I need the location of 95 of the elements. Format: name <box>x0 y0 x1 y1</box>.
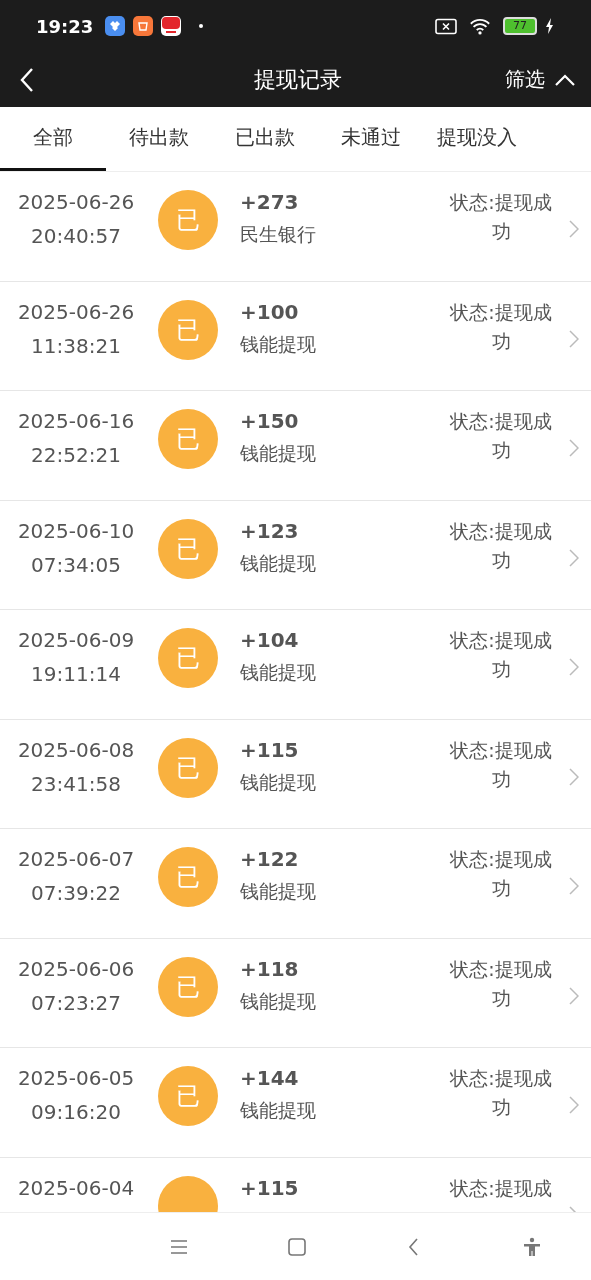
status-badge: 已 <box>158 628 218 688</box>
charging-icon <box>545 18 555 34</box>
filter-tab[interactable]: 提现没入 <box>424 107 530 171</box>
record-status: 状态:提现成功 <box>449 956 553 1011</box>
record-time: 19:11:14 <box>31 662 121 686</box>
chevron-right-icon <box>569 658 579 676</box>
record-row[interactable]: 2025-06-16 22:52:21 已 +150 钱能提现 状态:提现成功 <box>0 391 591 501</box>
record-amount: +273 <box>240 190 300 214</box>
record-time: 11:38:21 <box>31 333 121 358</box>
home-icon[interactable] <box>286 1236 307 1257</box>
status-badge: 已 <box>158 847 218 907</box>
record-row[interactable]: 2025-06-07 07:39:22 已 +122 钱能提现 状态:提现成功 <box>0 829 591 939</box>
chevron-right-icon <box>569 986 579 1005</box>
app-icon <box>105 16 126 36</box>
record-row[interactable]: 2025-06-09 19:11:14 已 +104 钱能提现 状态:提现成功 <box>0 610 591 720</box>
chevron-right-icon <box>569 439 579 457</box>
record-amount: +100 <box>240 299 300 324</box>
clock-time: 19:23 <box>36 15 94 37</box>
record-method: 钱能提现 <box>240 988 317 1014</box>
status-badge: 已 <box>158 956 218 1017</box>
record-row[interactable]: 2025-06-08 23:41:58 已 +115 钱能提现 状态:提现成功 <box>0 719 591 829</box>
record-status: 状态:提现成功 <box>449 409 553 463</box>
record-amount: +118 <box>240 956 300 981</box>
record-row[interactable]: 2025-06-06 07:23:27 已 +118 钱能提现 状态:提现成功 <box>0 938 591 1048</box>
battery-level: 77 <box>503 17 537 35</box>
filter-tab[interactable]: 待出款 <box>106 107 212 171</box>
record-status: 状态:提现成功 <box>449 518 553 573</box>
record-date: 2025-06-06 <box>17 956 135 981</box>
record-date: 2025-06-04 <box>17 1175 135 1200</box>
status-badge: 已 <box>158 409 218 469</box>
record-date: 2025-06-08 <box>17 737 135 762</box>
record-method: 钱能提现 <box>240 1098 317 1123</box>
chevron-right-icon <box>569 548 579 567</box>
chevron-right-icon <box>569 1096 579 1114</box>
notification-dot <box>199 24 204 28</box>
record-row[interactable]: 2025-06-10 07:34:05 已 +123 钱能提现 状态:提现成功 <box>0 500 591 610</box>
shopping-bag-icon <box>133 16 154 36</box>
record-status: 状态:提现成功 <box>449 1066 553 1120</box>
status-badge: 已 <box>158 190 218 250</box>
filter-tab[interactable]: 未通过 <box>318 107 424 171</box>
status-badge: 已 <box>158 1066 218 1126</box>
status-badge: 已 <box>158 518 218 579</box>
record-time: 22:52:21 <box>31 443 121 467</box>
record-date: 2025-06-26 <box>17 299 135 324</box>
record-method: 钱能提现 <box>240 879 317 904</box>
record-method: 钱能提现 <box>240 660 317 685</box>
page-title: 提现记录 <box>253 65 342 94</box>
record-date: 2025-06-09 <box>17 628 135 652</box>
record-status: 状态:提现成功 <box>449 847 553 901</box>
accessibility-icon[interactable] <box>522 1236 543 1257</box>
chevron-right-icon <box>569 877 579 895</box>
record-status: 状态:提现成功 <box>449 628 553 682</box>
chevron-right-icon <box>569 329 579 348</box>
record-date: 2025-06-10 <box>17 518 135 543</box>
filter-tab[interactable]: 全部 <box>0 107 106 171</box>
record-date: 2025-06-07 <box>17 847 135 871</box>
record-status: 状态:提现成功 <box>449 737 553 792</box>
caret-up-icon[interactable] <box>555 73 575 86</box>
record-amount: +115 <box>240 1175 300 1200</box>
record-time: 07:39:22 <box>31 881 121 905</box>
record-status: 状态:提现成 <box>449 1175 553 1201</box>
record-date: 2025-06-05 <box>17 1066 135 1090</box>
record-amount: +104 <box>240 628 300 652</box>
record-amount: +144 <box>240 1066 300 1090</box>
wifi-icon <box>469 17 491 35</box>
record-status: 状态:提现成功 <box>449 299 553 354</box>
record-amount: +122 <box>240 847 300 871</box>
record-method: 钱能提现 <box>240 550 317 576</box>
record-method: 钱能提现 <box>240 441 317 466</box>
record-method: 民生银行 <box>240 222 317 247</box>
record-amount: +150 <box>240 409 300 433</box>
record-time: 07:23:27 <box>31 990 121 1015</box>
record-time: 23:41:58 <box>31 771 121 796</box>
record-time: 09:16:20 <box>31 1100 121 1124</box>
record-amount: +123 <box>240 518 300 543</box>
record-time: 20:40:57 <box>31 224 121 248</box>
back-icon[interactable] <box>20 66 34 93</box>
app-icon <box>161 16 182 36</box>
record-amount: +115 <box>240 737 300 762</box>
status-badge: 已 <box>158 299 218 360</box>
record-method: 钱能提现 <box>240 331 317 357</box>
record-time: 07:34:05 <box>31 552 121 577</box>
chevron-right-icon <box>569 767 579 786</box>
sim-card-icon <box>435 17 457 35</box>
record-date: 2025-06-26 <box>17 190 135 214</box>
record-date: 2025-06-16 <box>17 409 135 433</box>
record-row[interactable]: 2025-06-26 11:38:21 已 +100 钱能提现 状态:提现成功 <box>0 281 591 391</box>
record-status: 状态:提现成功 <box>449 190 553 244</box>
record-method: 钱能提现 <box>240 769 317 795</box>
record-row[interactable]: 2025-06-05 09:16:20 已 +144 钱能提现 状态:提现成功 <box>0 1048 591 1158</box>
status-badge: 已 <box>158 737 218 798</box>
chevron-right-icon <box>569 220 579 238</box>
filter-button[interactable]: 筛选 <box>505 66 555 93</box>
filter-tab[interactable]: 已出款 <box>212 107 318 171</box>
record-row[interactable]: 2025-06-26 20:40:57 已 +273 民生银行 状态:提现成功 <box>0 172 591 282</box>
